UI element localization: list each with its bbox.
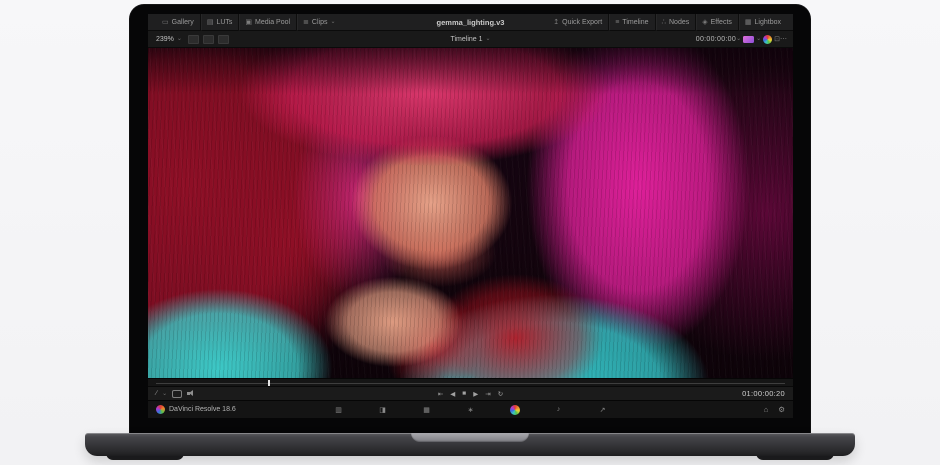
quick-export-label: Quick Export bbox=[562, 19, 602, 26]
clips-icon: ≣ bbox=[303, 19, 309, 26]
viewer-toolbar: 239% ⌄ Timeline 1 ⌄ 00:00:00:00 ⌄ ⌄ bbox=[148, 31, 793, 48]
edit-page-icon: ▦ bbox=[423, 406, 430, 414]
display-lut-icon[interactable] bbox=[743, 36, 754, 43]
project-title-wrap: gemma_lighting.v3 bbox=[437, 18, 505, 27]
viewer-photo-fur-texture bbox=[148, 48, 793, 378]
loop-playback-button[interactable]: ↻ bbox=[498, 390, 503, 398]
clips-label: Clips bbox=[312, 19, 328, 26]
project-title: gemma_lighting.v3 bbox=[437, 18, 505, 27]
quick-export-button[interactable]: ↥ Quick Export bbox=[547, 14, 608, 31]
top-toolbar-left-group: ▭ Gallery ▤ LUTs ▣ Media Pool ≣ Clips bbox=[156, 14, 342, 31]
viewer-toolbar-left: 239% ⌄ bbox=[156, 31, 233, 48]
lightbox-panel-label: Lightbox bbox=[755, 19, 781, 26]
chevron-down-icon: ⌄ bbox=[177, 36, 182, 42]
transport-controls: ⇤ ◀ ■ ▶ ⇥ ↻ bbox=[438, 390, 503, 398]
viewer-scrub-bar[interactable] bbox=[148, 378, 793, 386]
gallery-icon: ▭ bbox=[162, 19, 169, 26]
nodes-icon: ∴ bbox=[662, 19, 666, 26]
chevron-down-icon: ⌄ bbox=[486, 36, 491, 42]
nodes-panel-button[interactable]: ∴ Nodes bbox=[655, 14, 696, 31]
media-pool-button[interactable]: ▣ Media Pool bbox=[238, 14, 296, 31]
color-page-viewer[interactable] bbox=[148, 48, 793, 378]
first-frame-button[interactable]: ⇤ bbox=[438, 390, 443, 398]
deliver-page-icon: ↗ bbox=[600, 406, 606, 414]
timeline-icon: ≡ bbox=[615, 19, 619, 26]
viewer-toggle-single[interactable] bbox=[188, 35, 199, 44]
media-pool-label: Media Pool bbox=[255, 19, 290, 26]
viewer-toggle-wipe[interactable] bbox=[218, 35, 229, 44]
top-toolbar: ▭ Gallery ▤ LUTs ▣ Media Pool ≣ Clips bbox=[148, 14, 793, 31]
app-brand: DaVinci Resolve 18.6 bbox=[156, 405, 236, 414]
lid-thumb-scoop bbox=[411, 433, 529, 442]
last-frame-button[interactable]: ⇥ bbox=[485, 390, 490, 398]
gallery-button[interactable]: ▭ Gallery bbox=[156, 14, 200, 31]
effects-icon: ◈ bbox=[702, 19, 707, 26]
davinci-resolve-logo-icon bbox=[156, 405, 165, 414]
quick-export-icon: ↥ bbox=[553, 19, 559, 26]
viewer-toggle-split[interactable] bbox=[203, 35, 214, 44]
timeline-panel-button[interactable]: ≡ Timeline bbox=[608, 14, 654, 31]
media-page-icon: ▥ bbox=[335, 406, 342, 414]
chevron-down-icon[interactable]: ⌄ bbox=[736, 36, 741, 42]
play-button[interactable]: ▶ bbox=[473, 390, 478, 398]
annotation-pencil-icon[interactable]: ∕ bbox=[156, 390, 157, 397]
stop-button[interactable]: ■ bbox=[462, 390, 466, 397]
transport-bar: ∕ ⌄ ⇤ ◀ ■ ▶ ⇥ ↻ 01:00:00:20 bbox=[148, 386, 793, 400]
page-tab-deliver[interactable]: ↗ bbox=[596, 403, 610, 417]
lightbox-panel-button[interactable]: ▦ Lightbox bbox=[738, 14, 787, 31]
luts-button[interactable]: ▤ LUTs bbox=[200, 14, 239, 31]
chevron-down-icon[interactable]: ⌄ bbox=[162, 391, 167, 397]
laptop-lid: ▭ Gallery ▤ LUTs ▣ Media Pool ≣ Clips bbox=[129, 4, 811, 434]
app-version-label: DaVinci Resolve 18.6 bbox=[169, 406, 236, 413]
davinci-resolve-window: ▭ Gallery ▤ LUTs ▣ Media Pool ≣ Clips bbox=[148, 14, 793, 418]
cut-page-icon: ◨ bbox=[379, 406, 386, 414]
effects-panel-label: Effects bbox=[711, 19, 732, 26]
step-back-button[interactable]: ◀ bbox=[450, 390, 455, 398]
speaker-icon[interactable] bbox=[187, 390, 195, 397]
lightbox-icon: ▦ bbox=[745, 19, 752, 26]
media-pool-icon: ▣ bbox=[245, 19, 252, 26]
pagebar-right-group: ⌂ ⚙ bbox=[764, 405, 785, 414]
page-tab-cut[interactable]: ◨ bbox=[376, 403, 390, 417]
page-tab-edit[interactable]: ▦ bbox=[420, 403, 434, 417]
effects-panel-button[interactable]: ◈ Effects bbox=[695, 14, 738, 31]
source-timecode: 00:00:00:00 bbox=[696, 36, 736, 43]
page-tab-fairlight[interactable]: ♪ bbox=[552, 403, 566, 417]
luts-label: LUTs bbox=[216, 19, 232, 26]
viewer-zoom-select[interactable]: 239% ⌄ bbox=[156, 31, 188, 48]
top-toolbar-right-group: ↥ Quick Export ≡ Timeline ∴ Nodes ◈ Effe… bbox=[547, 14, 787, 31]
page-tabs: ▥ ◨ ▦ ∗ ♪ bbox=[332, 403, 610, 417]
page-tab-color-active[interactable] bbox=[508, 403, 522, 417]
viewer-toolbar-right: 00:00:00:00 ⌄ ⌄ ⊡ ⋯ bbox=[696, 35, 787, 44]
nodes-panel-label: Nodes bbox=[669, 19, 689, 26]
timeline-selector[interactable]: Timeline 1 ⌄ bbox=[450, 36, 490, 43]
luts-icon: ▤ bbox=[207, 19, 214, 26]
page-tab-fusion[interactable]: ∗ bbox=[464, 403, 478, 417]
page-navigation-bar: DaVinci Resolve 18.6 ▥ ◨ ▦ ∗ bbox=[148, 400, 793, 418]
unmix-icon[interactable] bbox=[172, 390, 182, 398]
more-options-icon[interactable]: ⋯ bbox=[780, 36, 787, 43]
home-icon[interactable]: ⌂ bbox=[764, 405, 769, 414]
fairlight-page-icon: ♪ bbox=[557, 406, 561, 413]
chevron-down-icon[interactable]: ⌄ bbox=[756, 36, 761, 42]
gear-icon[interactable]: ⚙ bbox=[778, 405, 785, 414]
clips-button[interactable]: ≣ Clips ⌄ bbox=[296, 14, 341, 31]
chevron-down-icon: ⌄ bbox=[330, 19, 335, 25]
color-page-icon bbox=[510, 405, 520, 415]
color-wheel-icon[interactable] bbox=[763, 35, 772, 44]
timeline-selector-label: Timeline 1 bbox=[450, 36, 482, 43]
timeline-panel-label: Timeline bbox=[622, 19, 648, 26]
viewer-tools: ∕ ⌄ bbox=[156, 390, 195, 398]
laptop-base bbox=[85, 433, 855, 456]
page-tab-media[interactable]: ▥ bbox=[332, 403, 346, 417]
viewer-zoom-value: 239% bbox=[156, 36, 174, 43]
scrub-track bbox=[156, 383, 785, 384]
fusion-page-icon: ∗ bbox=[468, 406, 474, 414]
current-timecode: 01:00:00:20 bbox=[742, 389, 785, 398]
gallery-label: Gallery bbox=[172, 19, 194, 26]
apple-marketing-scene: ▭ Gallery ▤ LUTs ▣ Media Pool ≣ Clips bbox=[0, 0, 940, 465]
